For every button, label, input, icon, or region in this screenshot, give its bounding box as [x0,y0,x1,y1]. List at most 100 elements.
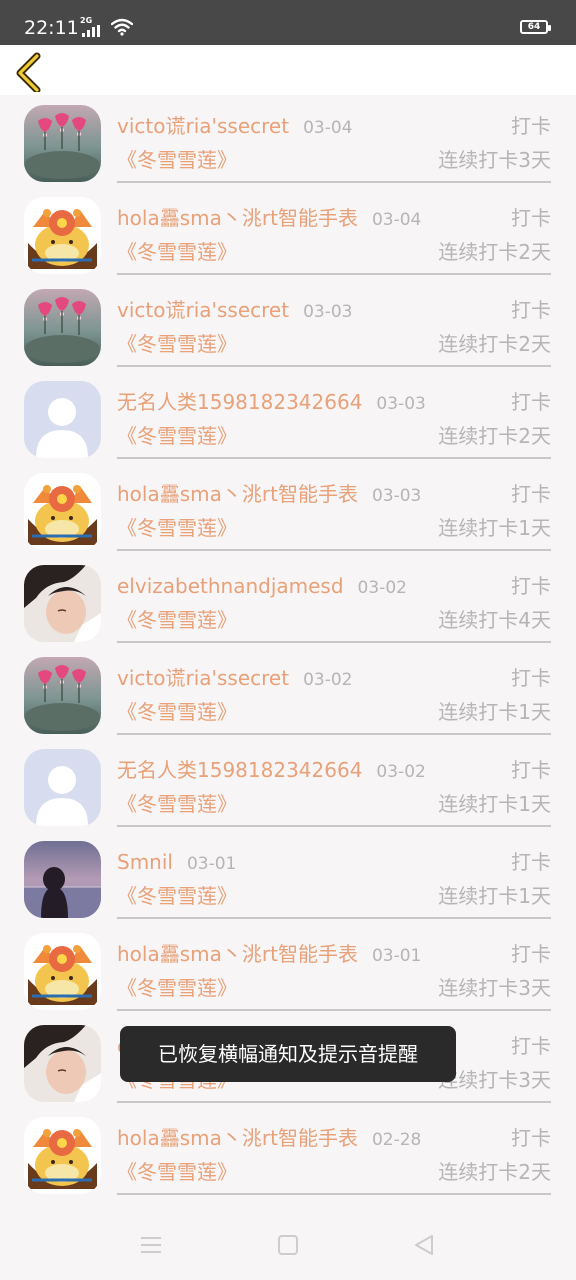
book-title[interactable]: 《冬雪雪莲》 [117,792,237,816]
avatar[interactable] [24,565,101,642]
book-title[interactable]: 《冬雪雪莲》 [117,700,237,724]
avatar[interactable] [24,105,101,182]
user-name: hola靐sma丶洮rt智能手表 03-01 [117,942,421,968]
checkin-date: 03-03 [371,486,422,506]
checkin-date: 03-01 [186,854,237,874]
avatar[interactable] [24,657,101,734]
checkin-action[interactable]: 打卡 [511,298,551,322]
pink-flowers-avatar [24,289,101,366]
avatar[interactable] [24,1117,101,1194]
user-name-text: hola靐sma丶洮rt智能手表 [117,482,358,506]
checkin-date: 02-28 [371,1130,422,1150]
list-item[interactable]: 无名人类1598182342664 03-03 打卡 《冬雪雪莲》 连续打卡2天 [0,371,576,463]
menu-icon[interactable] [138,1232,164,1258]
app-bar [0,45,576,95]
user-name-text: hola靐sma丶洮rt智能手表 [117,206,358,230]
avatar[interactable] [24,473,101,550]
book-title[interactable]: 《冬雪雪莲》 [117,148,237,172]
divider [117,365,551,367]
checkin-date: 03-02 [357,578,407,598]
user-name: hola靐sma丶洮rt智能手表 02-28 [117,1126,421,1152]
checkin-action[interactable]: 打卡 [511,206,551,230]
user-name-text: hola靐sma丶洮rt智能手表 [117,1126,358,1150]
list-item[interactable]: hola靐sma丶洮rt智能手表 03-01 打卡《冬雪雪莲》 连续打卡3天 [0,923,576,1015]
checkin-date: 03-02 [303,670,353,690]
avatar[interactable] [24,197,101,274]
avatar[interactable] [24,841,101,918]
divider [117,181,551,183]
cartoon-cat-avatar [24,197,101,274]
status-bar: 22:11 2G 64 [0,0,576,45]
checkin-streak: 连续打卡1天 [438,700,551,724]
book-title[interactable]: 《冬雪雪莲》 [117,608,237,632]
status-time: 22:11 [24,17,79,39]
boy-photo-avatar [24,565,101,642]
divider [117,733,551,735]
list-item[interactable]: victo谎ria'ssecret 03-03 打卡 《冬雪雪莲》 连续打卡2天 [0,279,576,371]
avatar[interactable] [24,1025,101,1102]
list-item[interactable]: Smnil 03-01 打卡《冬雪雪莲》 连续打卡1天 [0,831,576,923]
avatar[interactable] [24,933,101,1010]
checkin-action[interactable]: 打卡 [511,666,551,690]
user-name: 无名人类1598182342664 03-02 [117,758,426,784]
user-name-text: 无名人类1598182342664 [117,390,363,414]
checkin-action[interactable]: 打卡 [511,758,551,782]
default-person-avatar [24,749,101,826]
divider [117,641,551,643]
list-item[interactable]: hola靐sma丶洮rt智能手表 03-03 打卡 《冬雪雪莲》 连续打卡1天 [0,463,576,555]
user-name: victo谎ria'ssecret 03-02 [117,666,352,692]
list-item[interactable]: victo谎ria'ssecret 03-04 打卡 《冬雪雪莲》 连续打卡3天 [0,95,576,187]
checkin-action[interactable]: 打卡 [511,114,551,138]
checkin-action[interactable]: 打卡 [511,942,551,966]
checkin-streak: 连续打卡2天 [438,1160,551,1184]
checkin-action[interactable]: 打卡 [511,482,551,506]
divider [117,1193,551,1195]
checkin-streak: 连续打卡3天 [438,148,551,172]
avatar[interactable] [24,381,101,458]
back-triangle-icon[interactable] [411,1232,437,1258]
book-title[interactable]: 《冬雪雪莲》 [117,424,237,448]
divider [117,917,551,919]
user-name-text: Smnil [117,850,173,874]
list-item[interactable]: elvizabethnandjamesd 03-02 打卡 《冬雪雪莲》 连续打卡4天 [0,555,576,647]
checkin-action[interactable]: 打卡 [511,1126,551,1150]
battery-icon: 64 [520,20,551,34]
book-title[interactable]: 《冬雪雪莲》 [117,976,237,1000]
list-item[interactable]: hola靐sma丶洮rt智能手表 02-28 打卡《冬雪雪莲》 连续打卡2天 [0,1107,576,1199]
divider [117,825,551,827]
book-title[interactable]: 《冬雪雪莲》 [117,1160,237,1184]
checkin-action[interactable]: 打卡 [511,390,551,414]
user-name: 无名人类1598182342664 03-03 [117,390,426,416]
checkin-date: 03-02 [376,762,426,782]
checkin-streak: 连续打卡1天 [438,884,551,908]
boy-photo-avatar [24,1025,101,1102]
book-title[interactable]: 《冬雪雪莲》 [117,332,237,356]
back-button[interactable] [10,52,50,94]
cartoon-cat-avatar [24,933,101,1010]
wifi-icon [111,18,133,36]
default-person-avatar [24,381,101,458]
user-name: hola靐sma丶洮rt智能手表 03-04 [117,206,421,232]
avatar[interactable] [24,289,101,366]
signal-icon: 2G [80,15,104,39]
list-item[interactable]: 无名人类1598182342664 03-02 打卡 《冬雪雪莲》 连续打卡1天 [0,739,576,831]
book-title[interactable]: 《冬雪雪莲》 [117,516,237,540]
user-name: Smnil 03-01 [117,850,236,876]
chevron-left-icon [16,52,41,94]
checkin-action[interactable]: 打卡 [511,1034,551,1058]
home-icon[interactable] [275,1232,301,1258]
list-item[interactable]: hola靐sma丶洮rt智能手表 03-04 打卡 《冬雪雪莲》 连续打卡2天 [0,187,576,279]
checkin-streak: 连续打卡3天 [438,976,551,1000]
avatar[interactable] [24,749,101,826]
divider [117,1009,551,1011]
user-name-text: 无名人类1598182342664 [117,758,363,782]
checkin-action[interactable]: 打卡 [511,850,551,874]
checkin-streak: 连续打卡2天 [438,332,551,356]
list-item[interactable]: victo谎ria'ssecret 03-02 打卡《冬雪雪莲》 连续打卡1天 [0,647,576,739]
user-name-text: victo谎ria'ssecret [117,666,290,690]
book-title[interactable]: 《冬雪雪莲》 [117,240,237,264]
checkin-action[interactable]: 打卡 [511,574,551,598]
book-title[interactable]: 《冬雪雪莲》 [117,884,237,908]
user-name-text: elvizabethnandjamesd [117,574,344,598]
cartoon-cat-avatar [24,473,101,550]
